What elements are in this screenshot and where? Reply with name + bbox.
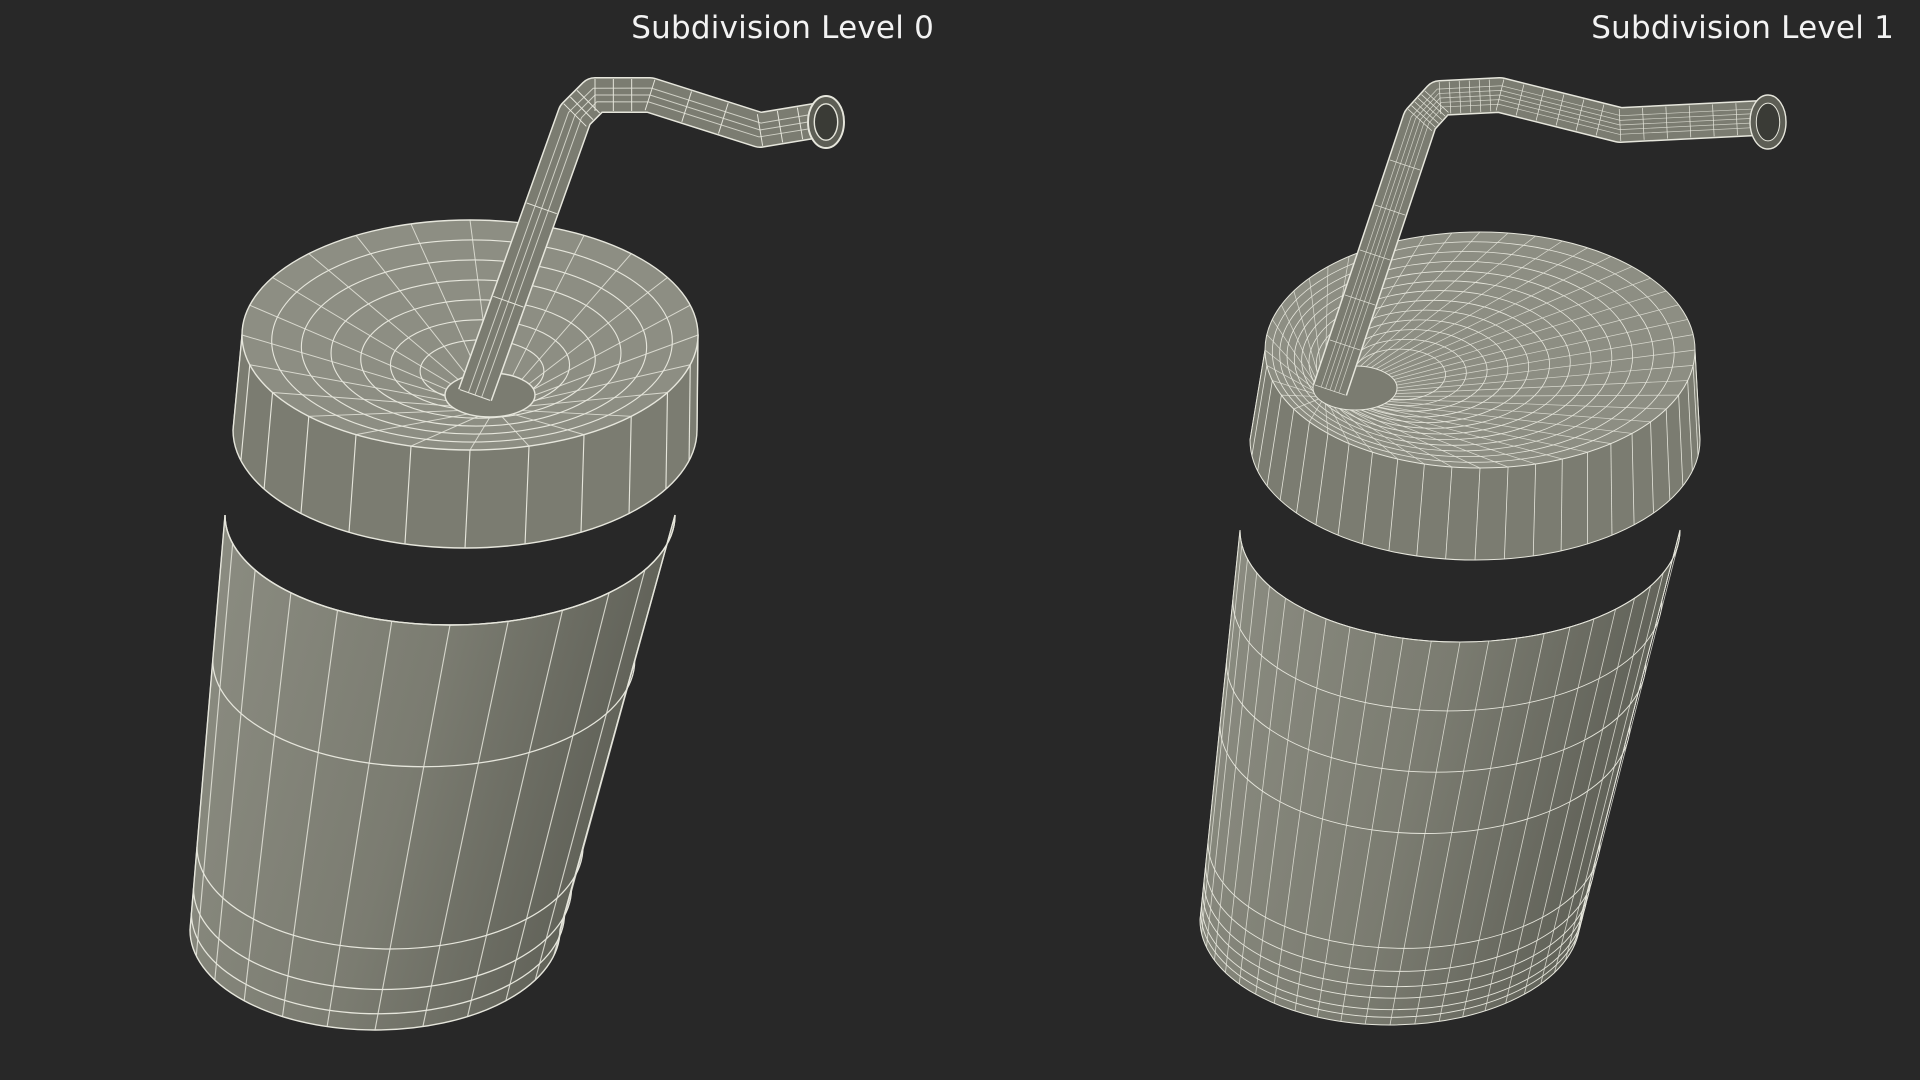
cup-wireframe-level-1 [1199,77,1787,1026]
cup-model [1199,77,1787,1026]
viewport-label: Subdivision Level 1 [1591,10,1894,46]
cup-lid [1239,231,1701,643]
render-canvas: Subdivision Level 0 Subdivision Level 1 [0,0,1920,1080]
viewport-subdivision-1: Subdivision Level 1 [960,0,1920,1080]
cup-body [1199,529,1681,1026]
viewport-label: Subdivision Level 0 [631,10,934,46]
cup-lid [224,219,699,626]
cup-body [189,514,676,1031]
cup-wireframe-level-0 [189,77,845,1031]
cup-model [189,77,845,1031]
viewport-subdivision-0: Subdivision Level 0 [0,0,960,1080]
